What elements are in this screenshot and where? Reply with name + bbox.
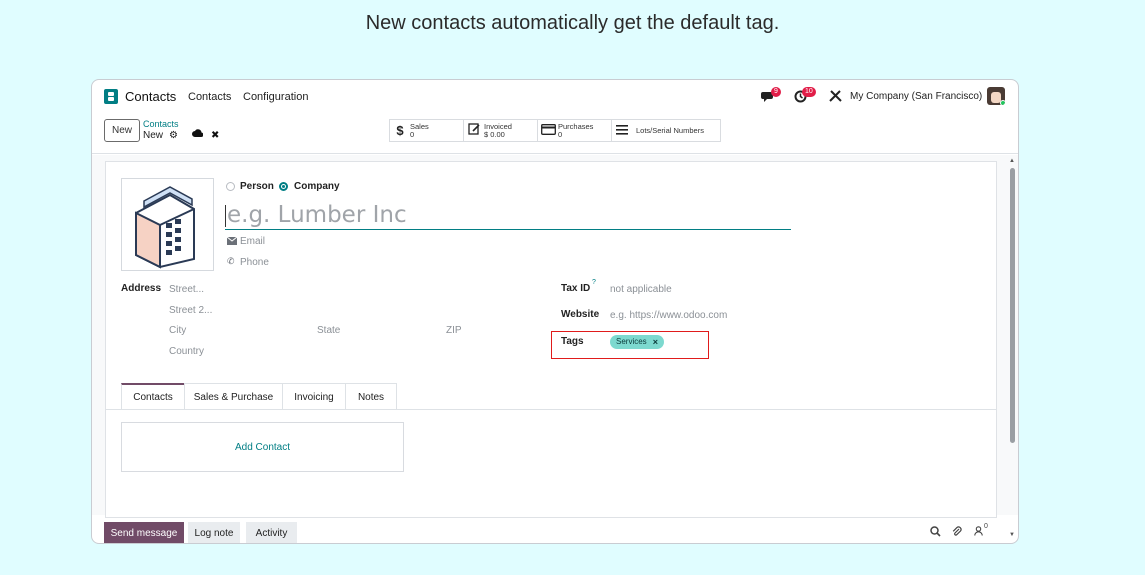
log-note-button[interactable]: Log note <box>188 522 240 543</box>
control-panel: New Contacts New ⚙ ✖ $ Sales 0 Invoiced $ … <box>92 114 1018 154</box>
smart-button-lots[interactable]: Lots/Serial Numbers <box>611 119 721 142</box>
notebook-tabs: Contacts Sales & Purchase Invoicing Note… <box>121 383 397 410</box>
tab-contacts[interactable]: Contacts <box>121 383 185 410</box>
followers-icon[interactable] <box>974 526 983 539</box>
smart-sales-value: 0 <box>410 129 415 139</box>
building-icon <box>135 186 195 269</box>
tab-invoicing[interactable]: Invoicing <box>282 383 346 410</box>
caption: New contacts automatically get the defau… <box>365 12 780 34</box>
breadcrumb-contacts[interactable]: Contacts <box>143 119 179 129</box>
state-field[interactable]: State <box>317 325 340 336</box>
new-button[interactable]: New <box>104 119 140 142</box>
list-icon <box>612 123 632 138</box>
address-label: Address <box>121 283 162 294</box>
odoo-window: Contacts Contacts Configuration 9 10 My … <box>91 79 1019 544</box>
tag-services-label: Services <box>616 337 647 346</box>
phone-field[interactable]: Phone <box>240 257 269 268</box>
taxid-label: Tax ID <box>561 283 591 294</box>
tabs-divider <box>105 409 997 410</box>
paperclip-icon[interactable] <box>951 526 962 540</box>
breadcrumb-current: New <box>143 130 164 141</box>
add-contact-button[interactable]: Add Contact <box>121 422 404 472</box>
top-navbar: Contacts Contacts Configuration 9 10 My … <box>92 80 1018 114</box>
smart-purchases-title: Purchases <box>558 121 594 131</box>
taxid-help-icon[interactable]: ? <box>592 279 596 286</box>
menu-configuration[interactable]: Configuration <box>243 91 308 103</box>
discard-icon[interactable]: ✖ <box>211 130 219 141</box>
label-person[interactable]: Person <box>240 181 274 192</box>
radio-company[interactable] <box>279 182 288 191</box>
search-icon[interactable] <box>930 526 941 540</box>
tag-remove-icon[interactable]: × <box>653 335 658 349</box>
company-name-input[interactable]: e.g. Lumber Inc <box>225 200 791 230</box>
app-name[interactable]: Contacts <box>125 89 176 104</box>
email-field[interactable]: Email <box>240 236 265 247</box>
website-field[interactable]: e.g. https://www.odoo.com <box>610 310 727 321</box>
smart-invoiced-value: $ 0.00 <box>484 129 505 139</box>
tab-sales-purchase[interactable]: Sales & Purchase <box>184 383 283 410</box>
envelope-icon <box>226 236 238 247</box>
menu-contacts[interactable]: Contacts <box>188 91 231 103</box>
city-field[interactable]: City <box>169 325 186 336</box>
label-company[interactable]: Company <box>294 181 340 192</box>
scroll-up-icon[interactable]: ▲ <box>1009 158 1015 164</box>
company-image-placeholder[interactable] <box>121 178 214 271</box>
smart-button-invoiced[interactable]: Invoiced $ 0.00 <box>463 119 538 142</box>
smart-lots-title: Lots/Serial Numbers <box>636 125 704 135</box>
radio-person[interactable] <box>226 182 235 191</box>
activities-badge: 10 <box>802 87 816 97</box>
taxid-field[interactable]: not applicable <box>610 284 672 295</box>
company-switcher[interactable]: My Company (San Francisco) <box>850 91 982 102</box>
user-avatar[interactable] <box>987 87 1005 105</box>
tools-icon[interactable] <box>829 90 842 106</box>
credit-card-icon <box>538 123 558 138</box>
website-label: Website <box>561 309 600 320</box>
followers-count: 0 <box>984 523 988 530</box>
street-field[interactable]: Street... <box>169 284 204 295</box>
smart-button-sales[interactable]: $ Sales 0 <box>389 119 464 142</box>
smart-purchases-value: 0 <box>558 129 563 139</box>
phone-icon: ✆ <box>227 256 235 266</box>
vertical-scrollbar[interactable]: ▲ ▼ <box>1009 158 1016 543</box>
company-name-placeholder: e.g. Lumber Inc <box>227 202 407 228</box>
messages-badge: 9 <box>771 87 781 97</box>
scrollbar-thumb[interactable] <box>1010 168 1015 443</box>
chatter-bar: Send message Log note Activity 0 <box>92 522 1018 543</box>
save-cloud-icon[interactable] <box>192 129 204 141</box>
country-field[interactable]: Country <box>169 346 204 357</box>
street2-field[interactable]: Street 2... <box>169 305 212 316</box>
activity-button[interactable]: Activity <box>246 522 297 543</box>
tab-notes[interactable]: Notes <box>345 383 397 410</box>
smart-button-purchases[interactable]: Purchases 0 <box>537 119 612 142</box>
contacts-app-icon[interactable] <box>104 89 118 104</box>
invoice-edit-icon <box>464 123 484 138</box>
send-message-button[interactable]: Send message <box>104 522 184 543</box>
zip-field[interactable]: ZIP <box>446 325 462 336</box>
tag-services[interactable]: Services × <box>610 335 664 349</box>
dollar-icon: $ <box>396 123 404 138</box>
gear-icon[interactable]: ⚙ <box>169 130 178 141</box>
